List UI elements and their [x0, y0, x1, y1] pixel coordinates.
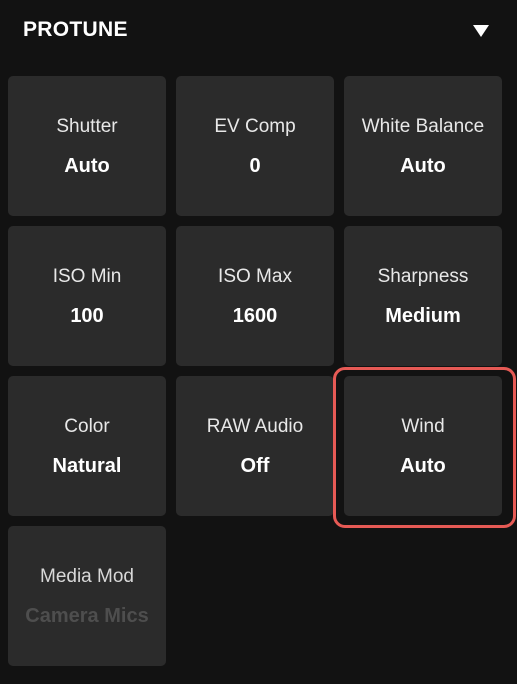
triangle-down-icon[interactable] — [472, 24, 490, 38]
tile-sharpness[interactable]: Sharpness Medium — [344, 226, 502, 366]
tile-value: Auto — [400, 155, 446, 177]
tile-iso-min[interactable]: ISO Min 100 — [8, 226, 166, 366]
tile-label: White Balance — [361, 116, 485, 137]
tile-value: Camera Mics — [25, 605, 149, 627]
tile-value: Off — [240, 455, 270, 477]
tile-value: Natural — [52, 455, 122, 477]
tile-label: Sharpness — [377, 266, 469, 287]
tile-label: Wind — [401, 416, 445, 437]
tile-shutter[interactable]: Shutter Auto — [8, 76, 166, 216]
tile-value: 100 — [70, 305, 104, 327]
tile-ev-comp[interactable]: EV Comp 0 — [176, 76, 334, 216]
tile-label: Color — [64, 416, 110, 437]
tile-value: 0 — [249, 155, 261, 177]
tile-label: Media Mod — [40, 566, 134, 587]
tile-label: Shutter — [56, 116, 118, 137]
tile-label: EV Comp — [214, 116, 296, 137]
tile-value: 1600 — [232, 305, 278, 327]
tile-color[interactable]: Color Natural — [8, 376, 166, 516]
tile-value: Medium — [385, 305, 461, 327]
tile-white-balance[interactable]: White Balance Auto — [344, 76, 502, 216]
tile-label: RAW Audio — [206, 416, 304, 437]
section-title: PROTUNE — [23, 18, 128, 41]
tile-raw-audio[interactable]: RAW Audio Off — [176, 376, 334, 516]
tile-label: ISO Min — [52, 266, 122, 287]
tile-media-mod[interactable]: Media Mod Camera Mics — [8, 526, 166, 666]
tile-iso-max[interactable]: ISO Max 1600 — [176, 226, 334, 366]
tile-label: ISO Max — [218, 266, 292, 287]
tile-value: Auto — [64, 155, 110, 177]
protune-header[interactable]: PROTUNE — [0, 0, 517, 62]
tile-wind[interactable]: Wind Auto — [344, 376, 502, 516]
tile-value: Auto — [400, 455, 446, 477]
